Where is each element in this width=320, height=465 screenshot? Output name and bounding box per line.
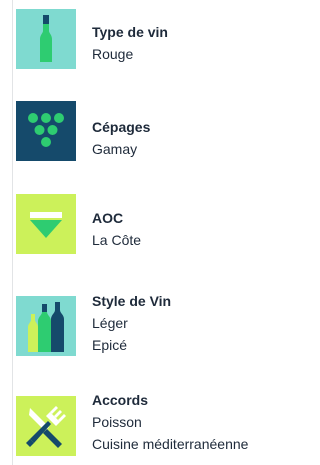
attribute-value: Poisson xyxy=(92,414,142,430)
attribute-value: Cuisine méditerranéenne xyxy=(92,436,249,452)
wine-bottle-icon xyxy=(16,9,76,69)
attribute-value: Léger xyxy=(92,315,128,331)
attribute-row-pairings: Accords Poisson Cuisine méditerranéenne xyxy=(16,392,278,456)
attribute-label: Accords xyxy=(92,392,149,408)
attribute-value: La Côte xyxy=(92,232,142,248)
attribute-row-grapes: Cépages Gamay xyxy=(16,101,278,161)
attribute-label: Cépages xyxy=(92,119,151,135)
attribute-text: Accords Poisson Cuisine méditerranéenne xyxy=(92,389,248,455)
attribute-value: Gamay xyxy=(92,141,138,157)
attribute-label: Type de vin xyxy=(92,24,168,40)
attribute-value: Rouge xyxy=(92,46,134,62)
bottles-icon xyxy=(16,296,76,356)
attribute-row-wine-style: Style de Vin Léger Epicé xyxy=(16,293,278,356)
attribute-row-aoc: AOC La Côte xyxy=(16,194,278,254)
wine-glass-icon xyxy=(16,194,76,254)
attribute-text: AOC La Côte xyxy=(92,194,141,251)
attribute-text: Type de vin Rouge xyxy=(92,9,168,65)
grapes-icon xyxy=(16,101,76,161)
attribute-row-wine-type: Type de vin Rouge xyxy=(16,9,278,69)
attribute-label: Style de Vin xyxy=(92,293,172,309)
fork-knife-icon xyxy=(16,396,76,456)
attribute-value: Epicé xyxy=(92,337,128,353)
left-divider xyxy=(12,0,13,465)
attribute-label: AOC xyxy=(92,210,124,226)
attribute-text: Style de Vin Léger Epicé xyxy=(92,290,171,356)
attribute-text: Cépages Gamay xyxy=(92,101,150,160)
